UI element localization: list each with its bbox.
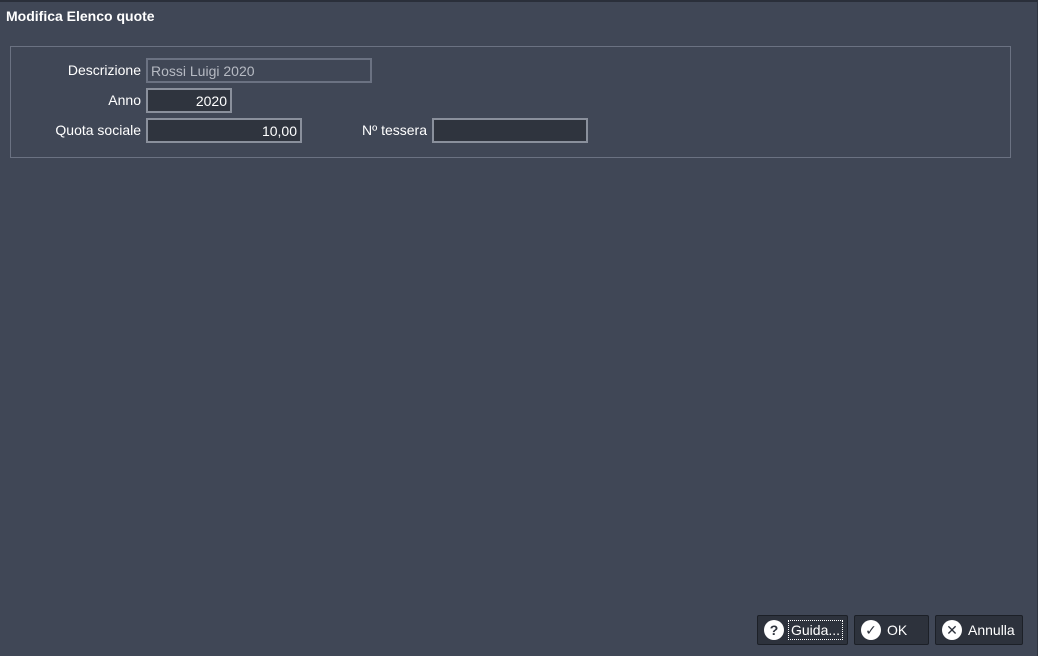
dialog-window: Modifica Elenco quote Descrizione Anno Q… (0, 0, 1038, 656)
n-tessera-field[interactable] (432, 118, 588, 143)
anno-label: Anno (108, 92, 141, 108)
annulla-button-label: Annulla (968, 622, 1015, 638)
check-icon: ✓ (861, 620, 881, 640)
dialog-title: Modifica Elenco quote (6, 8, 155, 24)
anno-field[interactable] (146, 88, 232, 113)
descrizione-field[interactable] (146, 58, 372, 83)
annulla-button[interactable]: ✕ Annulla (935, 615, 1023, 645)
quota-sociale-field[interactable] (146, 118, 302, 143)
ok-button[interactable]: ✓ OK (854, 615, 929, 645)
n-tessera-label: Nº tessera (361, 122, 427, 138)
help-icon: ? (764, 620, 784, 640)
guida-button[interactable]: ? Guida... (757, 615, 848, 645)
guida-button-label: Guida... (787, 620, 844, 640)
ok-button-label: OK (887, 622, 908, 638)
quota-sociale-label: Quota sociale (55, 122, 141, 138)
descrizione-label: Descrizione (67, 62, 141, 78)
close-icon: ✕ (942, 620, 962, 640)
